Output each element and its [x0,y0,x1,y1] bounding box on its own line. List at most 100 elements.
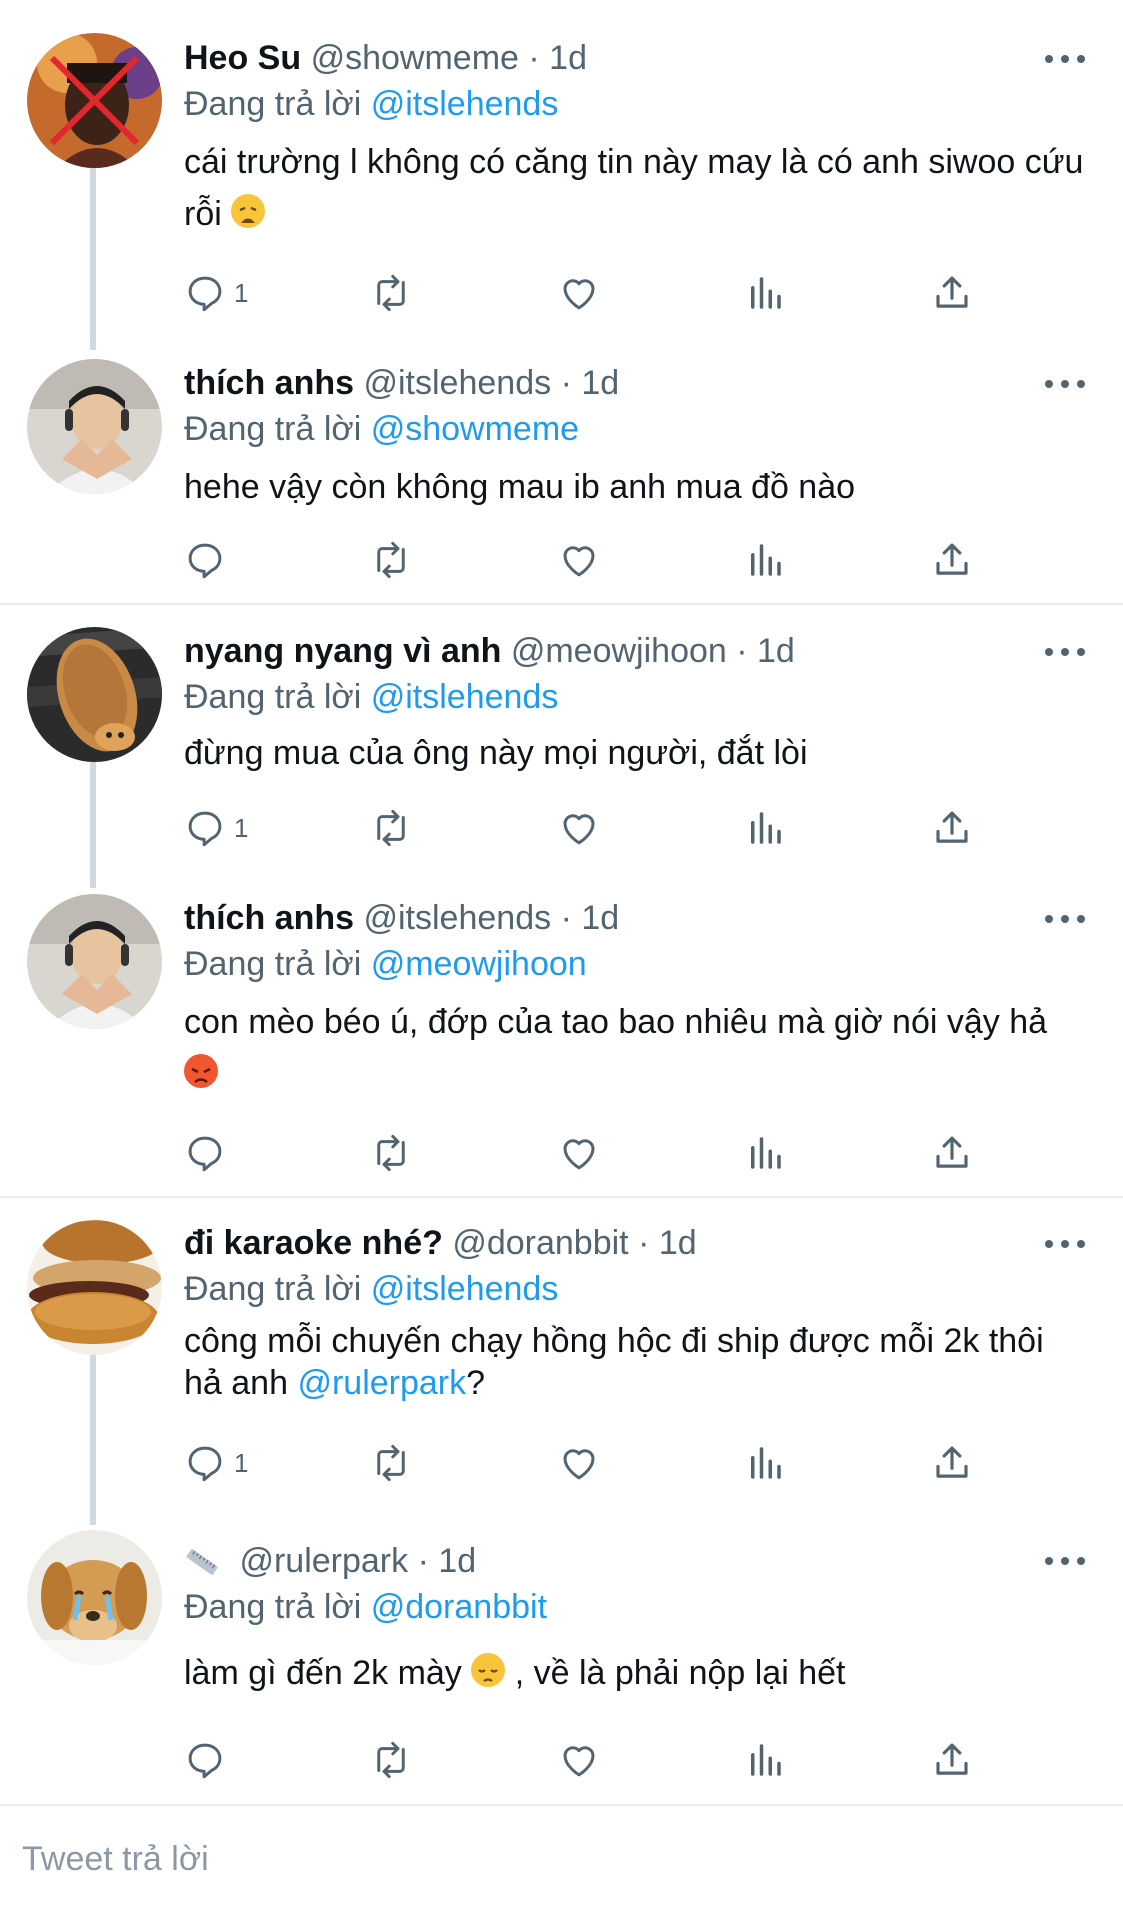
retweet-button[interactable] [370,1128,412,1178]
heart-icon [563,279,595,310]
analytics-icon [751,1137,781,1169]
display-name[interactable]: thích anhs [184,899,354,937]
avatar[interactable] [27,894,162,1029]
replying-to-mention[interactable]: @itslehends [371,85,559,123]
weary-face-emoji-icon [231,194,266,228]
timestamp[interactable]: · 1d [561,364,620,402]
reply-count: 1 [234,277,249,308]
like-button[interactable] [558,1735,600,1785]
retweet-button[interactable] [370,268,412,318]
share-icon [936,1136,968,1168]
analytics-button[interactable] [744,803,786,853]
more-options-icon[interactable] [1045,1238,1085,1250]
thread-line [90,168,96,350]
reply-button[interactable]: 1 [184,803,248,853]
retweet-icon [377,541,405,579]
tweet-text-content: làm gì đến 2k mày [184,1654,472,1692]
retweet-button[interactable] [370,1735,412,1785]
retweet-button[interactable] [370,803,412,853]
reply-icon [188,276,222,312]
avatar[interactable] [27,33,162,168]
like-button[interactable] [558,803,600,853]
reply-icon [188,811,222,847]
display-name[interactable]: thích anhs [184,364,354,402]
avatar[interactable] [27,1530,162,1665]
tweet-text-end: ? [466,1364,486,1402]
thread-line [90,1355,96,1525]
user-handle[interactable]: @itslehends [363,364,551,402]
reply-button[interactable] [184,535,226,585]
retweet-button[interactable] [370,1438,412,1488]
timestamp[interactable]: · 1d [528,39,587,77]
replying-to-label: Đang trả lời [184,1270,362,1308]
display-name[interactable]: đi karaoke nhé? [184,1224,443,1262]
tweet-text: cái trường l không có căng tin này may l… [184,136,1084,240]
user-handle[interactable]: @itslehends [363,899,551,937]
timestamp[interactable]: · 1d [561,899,620,937]
more-options-icon[interactable] [1045,913,1085,925]
more-options-icon[interactable] [1045,378,1085,390]
tweet-text: con mèo béo ú, đớp của tao bao nhiêu mà … [184,996,1084,1100]
share-button[interactable] [931,1735,973,1785]
reply-icon [188,1743,222,1779]
tweet-text: làm gì đến 2k mày , về là phải nộp lại h… [184,1647,1084,1699]
divider [0,603,1123,605]
reply-button[interactable] [184,1735,226,1785]
inline-mention[interactable]: @rulerpark [297,1364,466,1402]
timestamp[interactable]: · 1d [736,632,795,670]
user-handle[interactable]: @rulerpark [239,1542,408,1580]
analytics-button[interactable] [744,1438,786,1488]
analytics-button[interactable] [744,1735,786,1785]
analytics-icon [751,812,781,844]
share-button[interactable] [931,1128,973,1178]
heart-icon [563,1449,595,1480]
user-handle[interactable]: @meowjihoon [511,632,727,670]
avatar[interactable] [27,627,162,762]
timestamp[interactable]: · 1d [418,1542,477,1580]
retweet-icon [377,1741,405,1779]
heart-icon [563,1139,595,1170]
like-button[interactable] [558,1128,600,1178]
share-button[interactable] [931,803,973,853]
analytics-button[interactable] [744,535,786,585]
like-button[interactable] [558,535,600,585]
user-handle[interactable]: @showmeme [311,39,519,77]
tweet-actions [184,1735,1004,1785]
analytics-icon [751,1744,781,1776]
share-icon [936,1446,968,1478]
replying-to-mention[interactable]: @showmeme [371,410,579,448]
replying-to-mention[interactable]: @meowjihoon [371,945,587,983]
more-options-icon[interactable] [1045,1555,1085,1567]
display-name[interactable]: nyang nyang vì anh [184,632,501,670]
share-button[interactable] [931,1438,973,1488]
avatar[interactable] [27,1220,162,1355]
reply-button[interactable]: 1 [184,1438,248,1488]
share-button[interactable] [931,268,973,318]
reply-button[interactable] [184,1128,226,1178]
tweet-actions [184,535,1004,585]
analytics-icon [751,277,781,309]
replying-to-mention[interactable]: @itslehends [371,1270,559,1308]
display-name[interactable]: Heo Su [184,39,301,77]
share-button[interactable] [931,535,973,585]
analytics-icon [751,1447,781,1479]
tweet-actions: 1 [184,803,1004,853]
more-options-icon[interactable] [1045,53,1085,65]
analytics-button[interactable] [744,268,786,318]
user-handle[interactable]: @doranbbit [452,1224,628,1262]
replying-to-mention[interactable]: @doranbbit [371,1588,547,1626]
analytics-button[interactable] [744,1128,786,1178]
reply-icon [188,1136,222,1172]
more-options-icon[interactable] [1045,646,1085,658]
like-button[interactable] [558,1438,600,1488]
reply-button[interactable]: 1 [184,268,248,318]
like-button[interactable] [558,268,600,318]
reply-icon [188,543,222,579]
tweet-actions [184,1128,1004,1178]
replying-to-mention[interactable]: @itslehends [371,678,559,716]
timestamp[interactable]: · 1d [638,1224,697,1262]
ruler-icon [184,1545,220,1575]
reply-input[interactable]: Tweet trả lời [22,1840,209,1879]
retweet-button[interactable] [370,535,412,585]
avatar[interactable] [27,359,162,494]
